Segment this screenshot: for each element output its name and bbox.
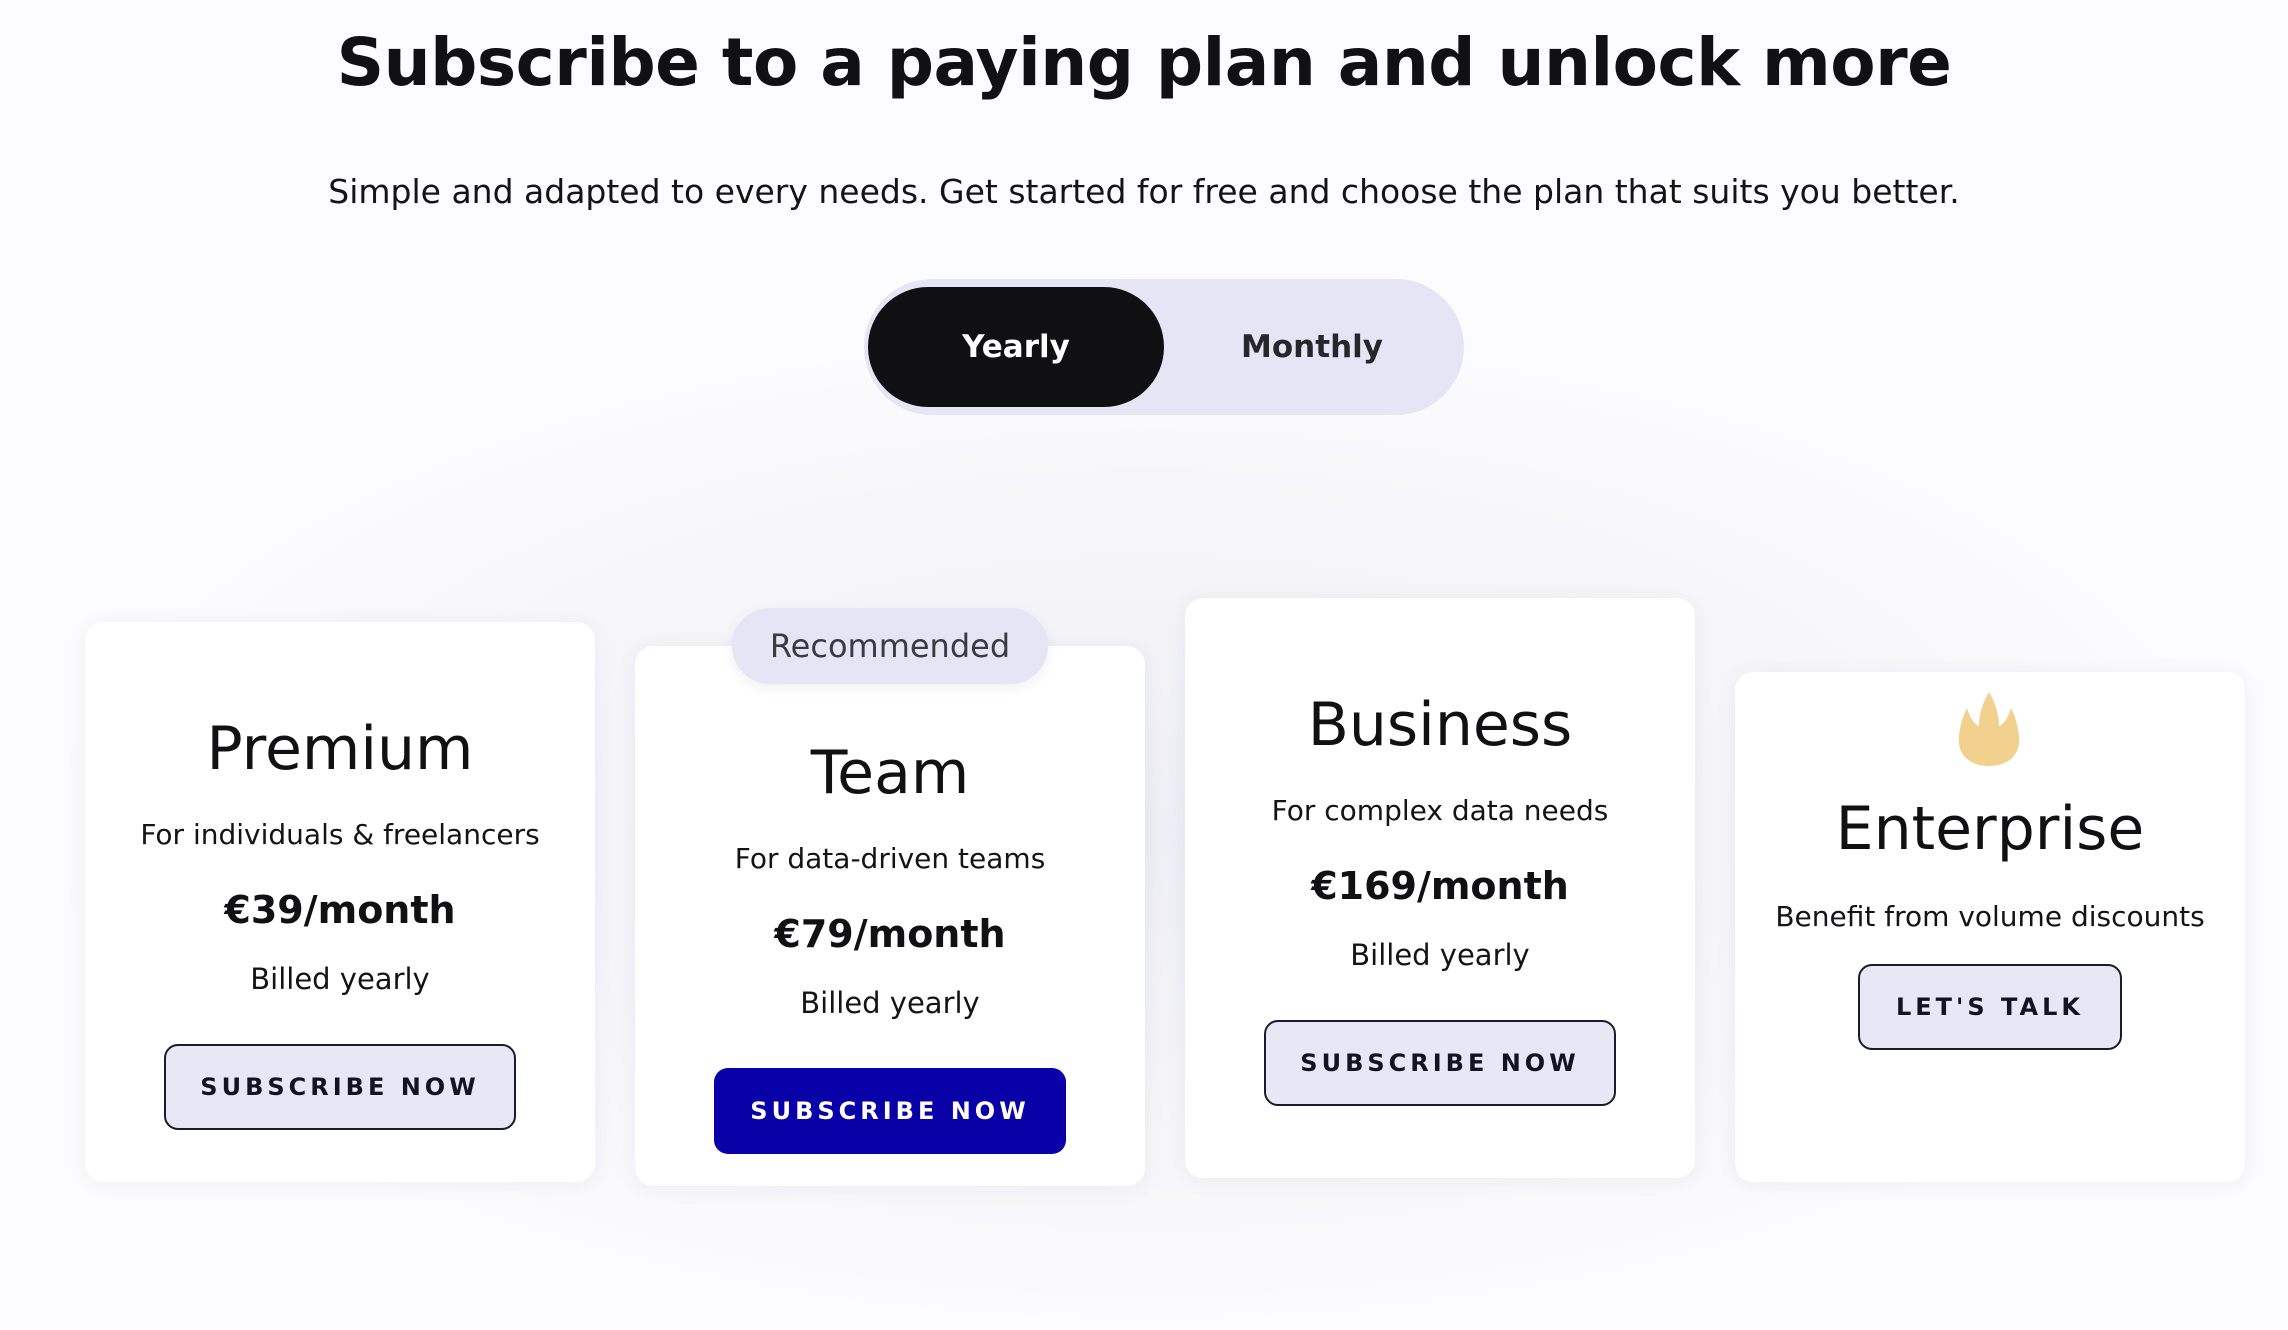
subscribe-now-button[interactable]: SUBSCRIBE NOW — [164, 1044, 516, 1130]
lets-talk-button[interactable]: LET'S TALK — [1858, 964, 2122, 1050]
plan-card-premium: Premium For individuals & freelancers €3… — [85, 622, 595, 1182]
plan-name: Enterprise — [1835, 794, 2145, 864]
page-subtitle: Simple and adapted to every needs. Get s… — [328, 172, 1960, 211]
plan-price: €79/month — [774, 912, 1006, 956]
recommended-badge: Recommended — [732, 608, 1048, 684]
plan-card-team: Team For data-driven teams €79/month Bil… — [635, 646, 1145, 1186]
plan-price: €169/month — [1311, 864, 1569, 908]
plan-card-business: Business For complex data needs €169/mon… — [1185, 598, 1695, 1178]
plan-billing: Billed yearly — [250, 962, 430, 996]
subscribe-now-button[interactable]: SUBSCRIBE NOW — [714, 1068, 1066, 1154]
page-title: Subscribe to a paying plan and unlock mo… — [336, 24, 1952, 101]
plan-description: For individuals & freelancers — [140, 818, 540, 851]
plan-billing: Billed yearly — [800, 986, 980, 1020]
plan-name: Team — [810, 738, 970, 808]
plan-price: €39/month — [224, 888, 456, 932]
plan-billing: Billed yearly — [1350, 938, 1530, 972]
toggle-monthly[interactable]: Monthly — [1164, 287, 1460, 407]
billing-toggle: Yearly Monthly — [864, 279, 1464, 415]
plan-name: Premium — [206, 714, 474, 784]
plan-description: For complex data needs — [1271, 794, 1609, 827]
plan-description: For data-driven teams — [734, 842, 1046, 875]
subscribe-now-button[interactable]: SUBSCRIBE NOW — [1264, 1020, 1616, 1106]
plan-description: Benefit from volume discounts — [1775, 900, 2205, 933]
toggle-yearly[interactable]: Yearly — [868, 287, 1164, 407]
flame-icon — [1958, 692, 2020, 766]
plan-name: Business — [1307, 690, 1573, 760]
